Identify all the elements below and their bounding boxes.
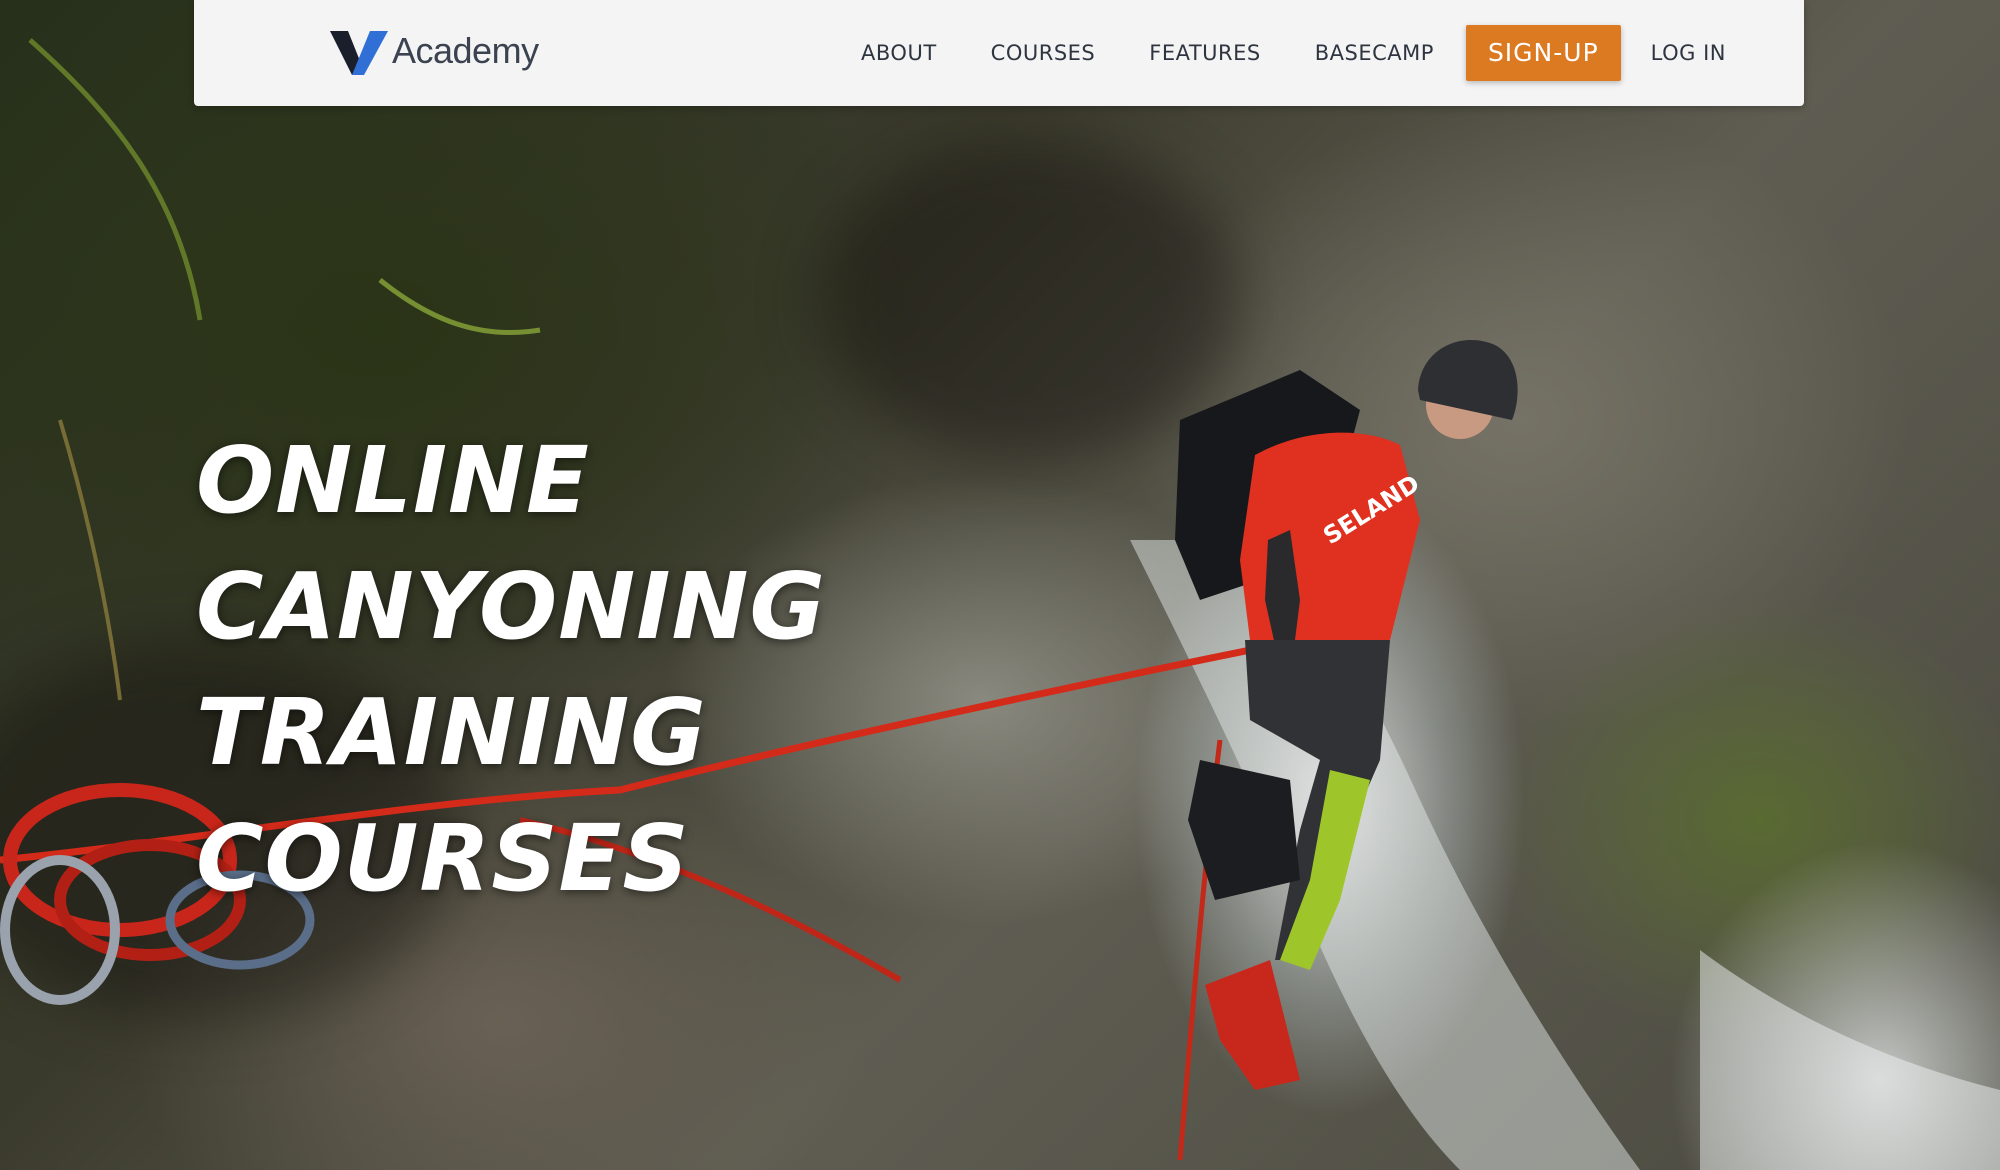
brand-name: Academy (392, 30, 539, 71)
signup-button[interactable]: SIGN-UP (1465, 25, 1621, 81)
hero-headline: ONLINE CANYONING TRAINING COURSES (196, 418, 826, 922)
nav-courses[interactable]: COURSES (991, 41, 1096, 65)
hero-section: Academy ABOUT COURSES FEATURES BASECAMP … (0, 0, 2000, 1170)
nav-features[interactable]: FEATURES (1149, 41, 1260, 65)
headline-line: CANYONING (196, 553, 826, 660)
headline-line: COURSES (196, 805, 690, 912)
nav-basecamp[interactable]: BASECAMP (1315, 41, 1434, 65)
brand-logo[interactable]: Academy (330, 26, 539, 76)
top-navbar: Academy ABOUT COURSES FEATURES BASECAMP … (194, 0, 1804, 106)
nav-about[interactable]: ABOUT (861, 41, 937, 65)
login-link[interactable]: LOG IN (1651, 41, 1726, 65)
headline-line: ONLINE (196, 427, 590, 534)
headline-line: TRAINING (196, 679, 707, 786)
v-logo-icon (330, 31, 388, 75)
nav-menu: ABOUT COURSES FEATURES BASECAMP SIGN-UP … (861, 25, 1726, 81)
